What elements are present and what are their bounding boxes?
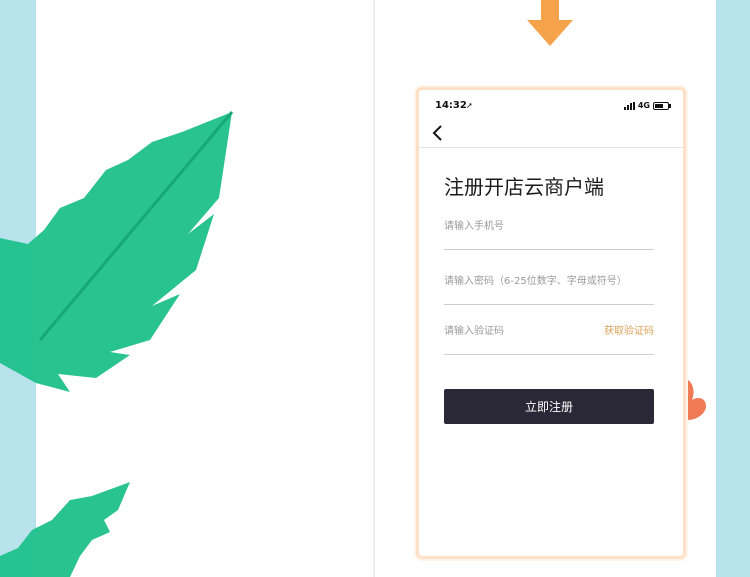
- right-side-band: [716, 0, 750, 577]
- system-indicators: 4G: [623, 101, 671, 110]
- password-field[interactable]: 请输入密码（6-25位数字、字母或符号）: [444, 272, 654, 305]
- upper-leaf: [0, 111, 234, 392]
- chevron-left-icon[interactable]: [429, 122, 449, 144]
- status-bar: 14:32 ➚ 4G: [419, 90, 683, 120]
- code-placeholder: 请输入验证码: [444, 326, 504, 337]
- phone-frame: 14:32 ➚ 4G 注册开店云商户端 请输入手机号 请输入密码（6-25位数字…: [416, 87, 686, 559]
- location-icon: ➚: [466, 101, 473, 110]
- get-code-button[interactable]: 获取验证码: [604, 322, 654, 337]
- network-type: 4G: [637, 101, 650, 110]
- phone-placeholder: 请输入手机号: [444, 221, 504, 232]
- page-title: 注册开店云商户端: [444, 175, 604, 199]
- status-time: 14:32: [435, 100, 467, 111]
- down-arrow-icon: [527, 0, 573, 46]
- signal-icon: [623, 101, 635, 110]
- tropical-leaf-decoration: [0, 111, 234, 577]
- lower-leaf: [0, 482, 130, 577]
- register-button[interactable]: 立即注册: [444, 389, 654, 424]
- battery-icon: [653, 101, 671, 110]
- password-placeholder: 请输入密码（6-25位数字、字母或符号）: [444, 276, 627, 287]
- verification-code-field[interactable]: 请输入验证码 获取验证码: [444, 322, 654, 355]
- phone-field[interactable]: 请输入手机号: [444, 217, 654, 250]
- nav-divider: [419, 147, 683, 148]
- center-divider: [373, 0, 375, 577]
